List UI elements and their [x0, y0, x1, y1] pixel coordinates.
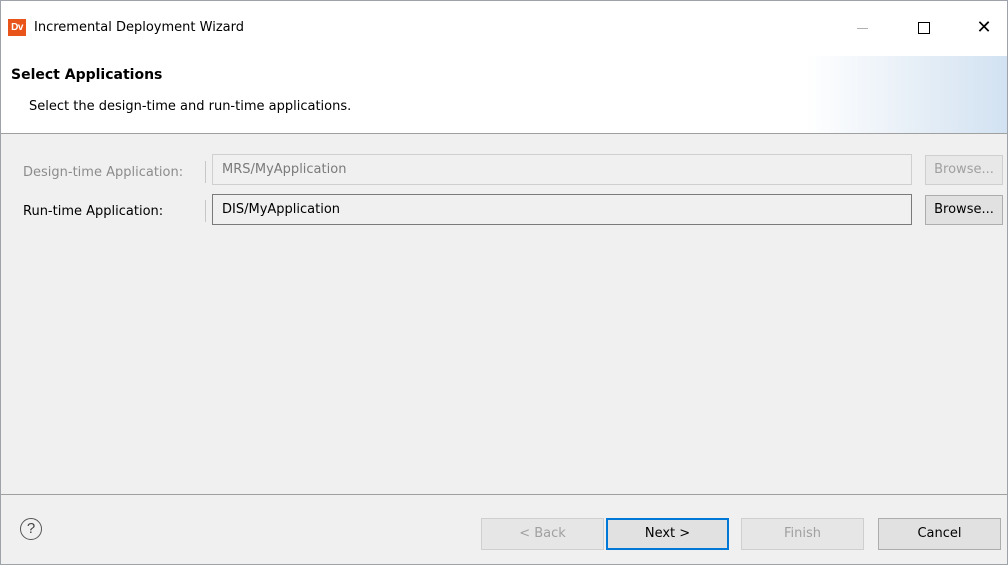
wizard-header: Select Applications Select the design-ti… [1, 56, 1007, 134]
maximize-icon [918, 22, 930, 34]
run-time-browse-button[interactable]: Browse... [925, 195, 1003, 225]
page-title: Select Applications [11, 67, 163, 83]
back-button[interactable]: < Back [481, 518, 604, 550]
design-time-browse-button[interactable]: Browse... [925, 155, 1003, 185]
next-button[interactable]: Next > [606, 518, 729, 550]
finish-button[interactable]: Finish [741, 518, 864, 550]
run-time-application-field[interactable] [212, 194, 912, 225]
minimize-icon [856, 27, 868, 29]
wizard-window: Dv Incremental Deployment Wizard ✕ Selec… [0, 0, 1008, 565]
run-time-label: Run-time Application: [23, 204, 164, 219]
cancel-button[interactable]: Cancel [878, 518, 1001, 550]
close-button[interactable]: ✕ [961, 1, 1007, 55]
help-icon[interactable]: ? [20, 518, 42, 540]
minimize-button[interactable] [839, 1, 885, 55]
label-divider [205, 161, 206, 183]
maximize-button[interactable] [901, 1, 947, 55]
window-title: Incremental Deployment Wizard [34, 20, 244, 35]
label-divider [205, 200, 206, 222]
title-bar: Dv Incremental Deployment Wizard ✕ [1, 1, 1007, 56]
close-icon: ✕ [976, 17, 992, 38]
design-time-label: Design-time Application: [23, 165, 184, 180]
page-description: Select the design-time and run-time appl… [29, 99, 352, 114]
form-area: Design-time Application: Browse... Run-t… [1, 134, 1007, 494]
app-logo-icon: Dv [8, 19, 26, 36]
wizard-footer: ? < Back Next > Finish Cancel [1, 494, 1007, 564]
design-time-application-field[interactable] [212, 154, 912, 185]
